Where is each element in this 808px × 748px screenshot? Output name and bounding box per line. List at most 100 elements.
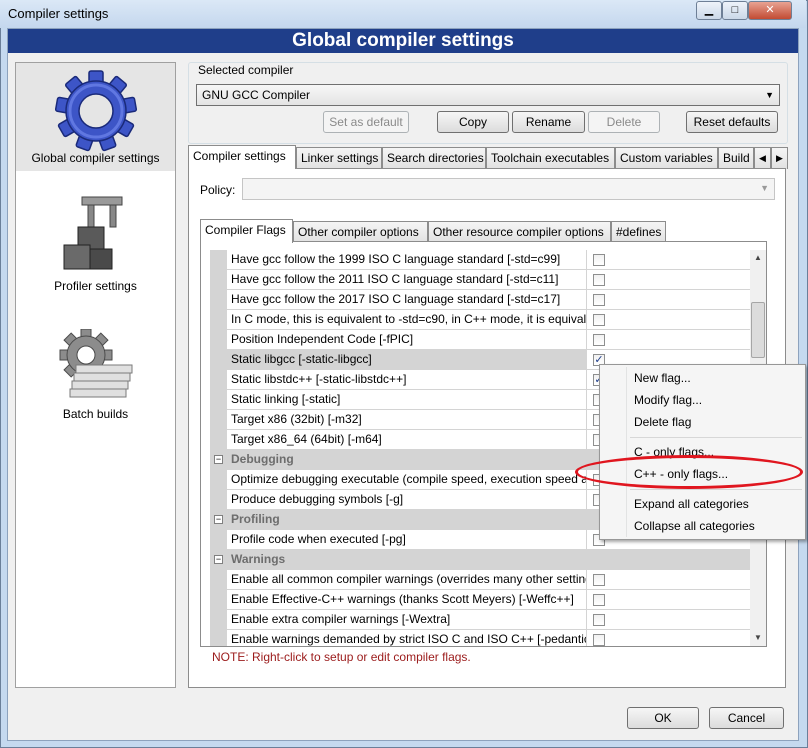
flag-row[interactable]: Have gcc follow the 2011 ISO C language … bbox=[210, 270, 750, 290]
tab-scroll-left-button[interactable]: ◀ bbox=[754, 147, 771, 169]
flag-value-cell bbox=[587, 570, 750, 590]
flag-name: Target x86_64 (64bit) [-m64] bbox=[227, 430, 587, 450]
flag-name: Position Independent Code [-fPIC] bbox=[227, 330, 587, 350]
flag-value-cell bbox=[587, 590, 750, 610]
flag-checkbox[interactable] bbox=[593, 634, 605, 646]
flag-category-label: Debugging bbox=[231, 452, 294, 466]
flag-name: Enable warnings demanded by strict ISO C… bbox=[227, 630, 587, 646]
reset-defaults-button[interactable]: Reset defaults bbox=[686, 111, 778, 133]
nav-item-global-compiler-settings[interactable]: Global compiler settings bbox=[16, 63, 175, 171]
tab-custom-variables[interactable]: Custom variables bbox=[615, 147, 718, 169]
title-bar[interactable]: Compiler settings bbox=[0, 0, 806, 28]
batch-gear-icon bbox=[59, 329, 133, 398]
row-gutter bbox=[210, 330, 227, 350]
nav-item-label: Global compiler settings bbox=[31, 151, 160, 165]
rename-button[interactable]: Rename bbox=[512, 111, 585, 133]
flag-value-cell bbox=[587, 290, 750, 310]
delete-button[interactable]: Delete bbox=[588, 111, 660, 133]
collapse-icon[interactable]: − bbox=[214, 455, 223, 464]
flags-note: NOTE: Right-click to setup or edit compi… bbox=[212, 650, 471, 664]
selected-compiler-label: Selected compiler bbox=[196, 63, 296, 77]
flag-checkbox[interactable] bbox=[593, 294, 605, 306]
flag-row[interactable]: In C mode, this is equivalent to -std=c9… bbox=[210, 310, 750, 330]
flag-row[interactable]: Enable warnings demanded by strict ISO C… bbox=[210, 630, 750, 646]
compiler-options-tabs: Compiler Flags Other compiler options Ot… bbox=[200, 219, 680, 243]
row-gutter bbox=[210, 250, 227, 270]
flag-checkbox[interactable] bbox=[593, 594, 605, 606]
flag-name: Produce debugging symbols [-g] bbox=[227, 490, 587, 510]
flag-checkbox[interactable] bbox=[593, 274, 605, 286]
flag-checkbox[interactable] bbox=[593, 614, 605, 626]
nav-item-label: Batch builds bbox=[62, 407, 129, 421]
close-button[interactable]: ✕ bbox=[748, 1, 792, 20]
flag-name: Have gcc follow the 2017 ISO C language … bbox=[227, 290, 587, 310]
compiler-select[interactable]: GNU GCC Compiler ▼ bbox=[196, 84, 780, 106]
row-gutter bbox=[210, 470, 227, 490]
flag-category[interactable]: − Warnings bbox=[210, 550, 750, 570]
tab-build[interactable]: Build bbox=[718, 147, 754, 169]
settings-tabs: Compiler settings Linker settings Search… bbox=[188, 145, 788, 169]
minimize-button[interactable]: ▁ bbox=[696, 1, 722, 20]
collapse-icon[interactable]: − bbox=[214, 555, 223, 564]
flag-name: In C mode, this is equivalent to -std=c9… bbox=[227, 310, 587, 330]
flag-row[interactable]: Have gcc follow the 1999 ISO C language … bbox=[210, 250, 750, 270]
tab-compiler-flags[interactable]: Compiler Flags bbox=[200, 219, 293, 243]
flag-name: Enable Effective-C++ warnings (thanks Sc… bbox=[227, 590, 587, 610]
cancel-button[interactable]: Cancel bbox=[709, 707, 784, 729]
flag-name: Profile code when executed [-pg] bbox=[227, 530, 587, 550]
row-gutter bbox=[210, 590, 227, 610]
tab-search-directories[interactable]: Search directories bbox=[382, 147, 486, 169]
flag-row[interactable]: Position Independent Code [-fPIC] bbox=[210, 330, 750, 350]
tab-other-resource-compiler-options[interactable]: Other resource compiler options bbox=[428, 221, 611, 243]
row-gutter bbox=[210, 530, 227, 550]
menu-item-collapse-all[interactable]: Collapse all categories bbox=[634, 519, 755, 533]
flag-name: Enable extra compiler warnings [-Wextra] bbox=[227, 610, 587, 630]
flag-row[interactable]: Enable Effective-C++ warnings (thanks Sc… bbox=[210, 590, 750, 610]
scroll-down-button[interactable]: ▼ bbox=[750, 630, 766, 646]
flag-checkbox[interactable] bbox=[593, 314, 605, 326]
flag-checkbox[interactable] bbox=[593, 334, 605, 346]
gear-icon bbox=[54, 70, 138, 152]
flag-name: Have gcc follow the 1999 ISO C language … bbox=[227, 250, 587, 270]
menu-item-expand-all[interactable]: Expand all categories bbox=[634, 497, 749, 511]
flag-checkbox[interactable] bbox=[593, 574, 605, 586]
collapse-icon[interactable]: − bbox=[214, 515, 223, 524]
flag-category-label: Warnings bbox=[231, 552, 286, 566]
scroll-up-button[interactable]: ▲ bbox=[750, 250, 766, 266]
flag-row[interactable]: Have gcc follow the 2017 ISO C language … bbox=[210, 290, 750, 310]
menu-item-modify-flag[interactable]: Modify flag... bbox=[634, 393, 702, 407]
flag-checkbox[interactable] bbox=[593, 254, 605, 266]
nav-item-profiler-settings[interactable]: Profiler settings bbox=[16, 181, 175, 301]
scroll-thumb[interactable] bbox=[751, 302, 765, 358]
ok-button[interactable]: OK bbox=[627, 707, 699, 729]
tab-toolchain-executables[interactable]: Toolchain executables bbox=[486, 147, 615, 169]
tab-scroll-right-button[interactable]: ▶ bbox=[771, 147, 788, 169]
row-gutter bbox=[210, 290, 227, 310]
row-gutter bbox=[210, 610, 227, 630]
flag-value-cell bbox=[587, 630, 750, 646]
flag-row[interactable]: Enable extra compiler warnings [-Wextra] bbox=[210, 610, 750, 630]
tab-compiler-settings[interactable]: Compiler settings bbox=[188, 145, 296, 169]
flag-name: Target x86 (32bit) [-m32] bbox=[227, 410, 587, 430]
menu-separator bbox=[630, 437, 802, 438]
tab-linker-settings[interactable]: Linker settings bbox=[296, 147, 382, 169]
tab-other-compiler-options[interactable]: Other compiler options bbox=[293, 221, 428, 243]
page-title: Global compiler settings bbox=[8, 29, 798, 53]
menu-icon-gutter bbox=[626, 367, 627, 537]
set-as-default-button[interactable]: Set as default bbox=[323, 111, 409, 133]
maximize-button[interactable]: □ bbox=[722, 1, 748, 20]
tab-defines[interactable]: #defines bbox=[611, 221, 666, 243]
row-gutter bbox=[210, 430, 227, 450]
flag-row[interactable]: Enable all common compiler warnings (ove… bbox=[210, 570, 750, 590]
nav-item-label: Profiler settings bbox=[54, 279, 137, 293]
copy-button[interactable]: Copy bbox=[437, 111, 509, 133]
row-gutter bbox=[210, 370, 227, 390]
context-menu: New flag... Modify flag... Delete flag C… bbox=[599, 364, 806, 540]
flag-name: Enable all common compiler warnings (ove… bbox=[227, 570, 587, 590]
menu-item-new-flag[interactable]: New flag... bbox=[634, 371, 691, 385]
nav-item-batch-builds[interactable]: Batch builds bbox=[16, 319, 175, 429]
menu-item-delete-flag[interactable]: Delete flag bbox=[634, 415, 691, 429]
flag-name: Have gcc follow the 2011 ISO C language … bbox=[227, 270, 587, 290]
policy-select[interactable]: ▼ bbox=[242, 178, 775, 200]
compiler-select-value: GNU GCC Compiler bbox=[202, 88, 311, 102]
